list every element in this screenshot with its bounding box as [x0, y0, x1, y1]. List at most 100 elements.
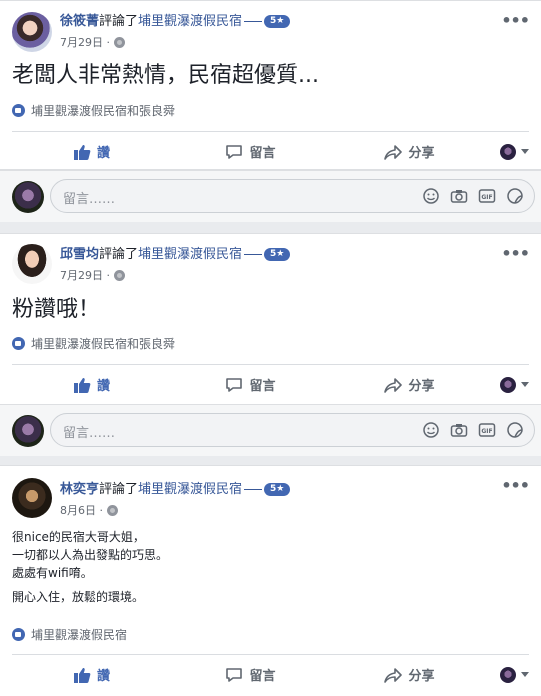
share-label: 分享: [408, 146, 435, 161]
like-button[interactable]: 讚: [12, 365, 171, 404]
comment-placeholder: 留言……: [63, 192, 116, 207]
author-name[interactable]: 林奕亨: [60, 481, 99, 498]
thumbs-up-icon: [73, 377, 91, 393]
post-text-line: 一切都以人為出發點的巧思。: [12, 548, 169, 562]
sticker-icon[interactable]: [506, 187, 524, 205]
post-text-line: 開心入住，放鬆的環境。: [12, 590, 145, 604]
svg-text:GIF: GIF: [481, 194, 492, 201]
comment-button[interactable]: 留言: [171, 365, 330, 404]
like-button[interactable]: 讚: [12, 655, 171, 694]
likes-summary[interactable]: 埔里觀瀑渡假民宿和張良舜: [12, 102, 175, 119]
camera-icon[interactable]: [450, 187, 468, 205]
likes-summary[interactable]: 埔里觀瀑渡假民宿和張良舜: [12, 335, 175, 352]
separator: [244, 489, 263, 490]
page-name[interactable]: 埔里觀瀑渡假民宿: [138, 481, 242, 498]
like-reaction-icon: [12, 104, 25, 117]
audience-selector[interactable]: [489, 132, 529, 169]
gif-icon[interactable]: GIF: [478, 421, 496, 439]
post-text-line: 處處有wifi唷。: [12, 566, 93, 580]
like-reaction-icon: [12, 337, 25, 350]
post-body: 老闆人非常熱情，民宿超優質...: [12, 61, 319, 91]
chevron-down-icon: [521, 672, 529, 677]
more-options-icon[interactable]: •••: [501, 476, 530, 495]
review-post-2: 邱雪均 評論了 埔里觀瀑渡假民宿 5★ 7月29日 · ••• 粉讚哦！ 埔里觀…: [0, 233, 541, 405]
commenter-avatar: [12, 181, 44, 213]
post-text-line: 粉讚哦！: [12, 297, 101, 322]
speech-bubble-icon: [226, 144, 243, 159]
post-body: 很nice的民宿大哥大姐， 一切都以人為出發點的巧思。 處處有wifi唷。 開心…: [12, 528, 168, 606]
action-bar: 讚 留言 分享: [12, 364, 529, 404]
post-title: 徐筱菁 評論了 埔里觀瀑渡假民宿 5★: [60, 13, 291, 30]
sticker-icon[interactable]: [506, 421, 524, 439]
post-meta: 8月6日 ·: [60, 502, 118, 518]
audience-selector[interactable]: [489, 365, 529, 404]
author-avatar[interactable]: [12, 478, 52, 518]
author-avatar[interactable]: [12, 244, 52, 284]
profile-avatar-small: [500, 666, 516, 683]
like-label: 讚: [96, 146, 110, 161]
separator-dot: ·: [103, 35, 110, 49]
action-bar: 讚 留言 分享: [12, 131, 529, 169]
post-header: 林奕亨 評論了 埔里觀瀑渡假民宿 5★ 8月6日 · •••: [0, 466, 541, 522]
share-button[interactable]: 分享: [330, 132, 489, 169]
comment-button[interactable]: 留言: [171, 132, 330, 169]
like-button[interactable]: 讚: [12, 132, 171, 169]
page-name[interactable]: 埔里觀瀑渡假民宿: [138, 13, 242, 30]
separator-dot: ·: [103, 268, 110, 282]
like-reaction-icon: [12, 628, 25, 641]
post-title: 林奕亨 評論了 埔里觀瀑渡假民宿 5★: [60, 481, 291, 498]
review-post-3: 林奕亨 評論了 埔里觀瀑渡假民宿 5★ 8月6日 · ••• 很nice的民宿大…: [0, 465, 541, 696]
post-date[interactable]: 8月6日: [60, 502, 96, 518]
more-options-icon[interactable]: •••: [501, 244, 530, 263]
thumbs-up-icon: [73, 667, 91, 683]
speech-bubble-icon: [226, 667, 243, 682]
profile-avatar-small: [500, 376, 516, 393]
share-label: 分享: [408, 379, 435, 394]
likes-text: 埔里觀瀑渡假民宿和張良舜: [31, 337, 176, 351]
comment-label: 留言: [249, 379, 276, 394]
likes-text: 埔里觀瀑渡假民宿: [31, 628, 128, 642]
globe-icon: [107, 504, 118, 516]
likes-summary[interactable]: 埔里觀瀑渡假民宿: [12, 626, 127, 643]
rating-badge: 5★: [264, 483, 291, 496]
share-arrow-icon: [384, 667, 403, 683]
share-arrow-icon: [384, 144, 403, 160]
post-header: 徐筱菁 評論了 埔里觀瀑渡假民宿 5★ 7月29日 · •••: [0, 1, 541, 57]
gif-icon[interactable]: GIF: [478, 187, 496, 205]
comment-composer: 留言…… GIF: [0, 404, 541, 456]
globe-icon: [114, 36, 125, 48]
comment-button[interactable]: 留言: [171, 655, 330, 694]
share-button[interactable]: 分享: [330, 655, 489, 694]
likes-text: 埔里觀瀑渡假民宿和張良舜: [31, 104, 176, 118]
camera-icon[interactable]: [450, 421, 468, 439]
like-label: 讚: [96, 379, 110, 394]
commenter-avatar: [12, 415, 44, 447]
post-meta: 7月29日 ·: [60, 34, 125, 50]
share-arrow-icon: [384, 377, 403, 393]
post-date[interactable]: 7月29日: [60, 34, 103, 50]
share-label: 分享: [408, 669, 435, 684]
page-name[interactable]: 埔里觀瀑渡假民宿: [138, 246, 242, 263]
emoji-icon[interactable]: [422, 187, 440, 205]
like-label: 讚: [96, 669, 110, 684]
emoji-icon[interactable]: [422, 421, 440, 439]
author-avatar[interactable]: [12, 12, 52, 52]
comment-input[interactable]: 留言…… GIF: [50, 413, 535, 447]
post-date[interactable]: 7月29日: [60, 267, 103, 283]
separator: [244, 21, 263, 22]
chevron-down-icon: [521, 382, 529, 387]
share-button[interactable]: 分享: [330, 365, 489, 404]
speech-bubble-icon: [226, 377, 243, 392]
comment-composer: 留言…… GIF: [0, 170, 541, 222]
author-name[interactable]: 邱雪均: [60, 246, 99, 263]
review-action: 評論了: [99, 247, 139, 262]
author-name[interactable]: 徐筱菁: [60, 13, 99, 30]
chevron-down-icon: [521, 149, 529, 154]
more-options-icon[interactable]: •••: [501, 11, 530, 30]
review-action: 評論了: [99, 14, 139, 29]
thumbs-up-icon: [73, 144, 91, 160]
audience-selector[interactable]: [489, 655, 529, 694]
post-body: 粉讚哦！: [12, 295, 100, 325]
globe-icon: [114, 269, 125, 281]
comment-input[interactable]: 留言…… GIF: [50, 179, 535, 213]
